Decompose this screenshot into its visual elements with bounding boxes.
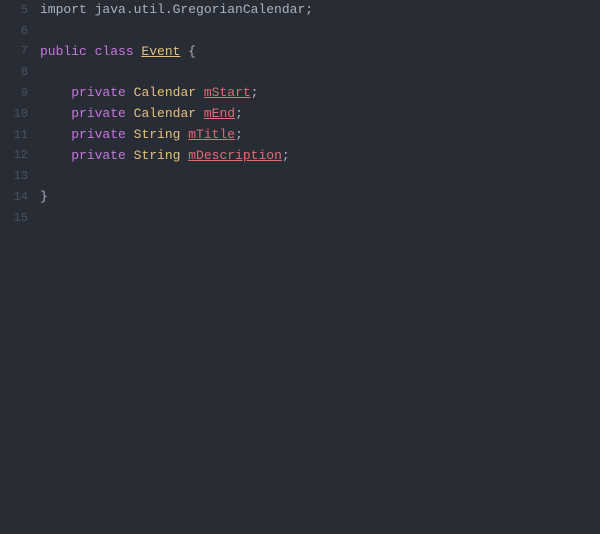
line11-indent	[40, 125, 71, 146]
line9-indent	[40, 83, 71, 104]
line12-type: String	[134, 146, 189, 167]
line11-private: private	[71, 125, 133, 146]
line9-var: mStart	[204, 83, 251, 104]
line-num-13: 13	[8, 166, 28, 187]
line7-class: class	[95, 42, 142, 63]
line11-var: mTitle	[188, 125, 235, 146]
code-line-15	[40, 208, 596, 229]
code-line-8	[40, 62, 596, 83]
code-line-10: private Calendar mEnd;	[40, 104, 596, 125]
line12-private: private	[71, 146, 133, 167]
code-line-12: private String mDescription;	[40, 146, 596, 167]
line7-public: public	[40, 42, 95, 63]
line9-type: Calendar	[134, 83, 204, 104]
line-num-5: 5	[8, 0, 28, 21]
code-line-13	[40, 166, 596, 187]
line10-semi: ;	[235, 104, 243, 125]
line11-type: String	[134, 125, 189, 146]
line-num-14: 14	[8, 187, 28, 208]
line-num-6: 6	[8, 21, 28, 42]
line-num-9: 9	[8, 83, 28, 104]
line-num-12: 12	[8, 146, 28, 167]
code-line-5: import java.util.GregorianCalendar;	[40, 0, 596, 21]
line14-brace: }	[40, 187, 48, 208]
code-content[interactable]: import java.util.GregorianCalendar; publ…	[36, 0, 600, 534]
line-num-7: 7	[8, 42, 28, 63]
line-numbers: 5 6 7 8 9 10 11 12 13 14 15	[0, 0, 36, 534]
line12-var: mDescription	[188, 146, 282, 167]
line12-indent	[40, 146, 71, 167]
line-num-11: 11	[8, 125, 28, 146]
line7-event: Event	[141, 42, 180, 63]
line9-semi: ;	[251, 83, 259, 104]
line7-brace: {	[180, 42, 196, 63]
code-line-11: private String mTitle;	[40, 125, 596, 146]
line10-private: private	[71, 104, 133, 125]
code-line-14: }	[40, 187, 596, 208]
code-editor: 5 6 7 8 9 10 11 12 13 14 15 import java.…	[0, 0, 600, 534]
line-num-15: 15	[8, 208, 28, 229]
code-line-6	[40, 21, 596, 42]
line9-private: private	[71, 83, 133, 104]
line-num-10: 10	[8, 104, 28, 125]
line11-semi: ;	[235, 125, 243, 146]
code-line-7: public class Event {	[40, 42, 596, 63]
line10-var: mEnd	[204, 104, 235, 125]
line-num-8: 8	[8, 62, 28, 83]
line10-indent	[40, 104, 71, 125]
line5-text: import java.util.GregorianCalendar;	[40, 0, 313, 21]
line10-type: Calendar	[134, 104, 204, 125]
code-line-9: private Calendar mStart;	[40, 83, 596, 104]
line12-semi: ;	[282, 146, 290, 167]
